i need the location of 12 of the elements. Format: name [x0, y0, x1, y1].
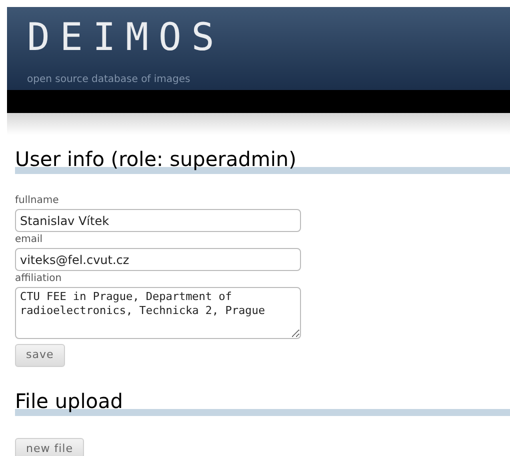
button[interactable]: save	[15, 344, 65, 367]
field-label: email	[15, 234, 43, 246]
site-tagline: open source database of images	[27, 73, 190, 87]
button[interactable]: new file	[15, 438, 84, 456]
field-label: fullname	[15, 195, 59, 207]
site-logo: DEIMOS	[27, 17, 224, 57]
text-field[interactable]: viteks@fel.cvut.cz	[15, 248, 301, 271]
affiliation-field[interactable]: CTU FEE in Prague, Department of radioelectronics, Technicka 2, Prague	[15, 287, 301, 339]
section-heading: File upload	[15, 388, 123, 415]
text-field[interactable]: Stanislav Vítek	[15, 209, 301, 232]
field-label: affiliation	[15, 273, 62, 285]
section-heading: User info (role: superadmin)	[15, 146, 296, 173]
